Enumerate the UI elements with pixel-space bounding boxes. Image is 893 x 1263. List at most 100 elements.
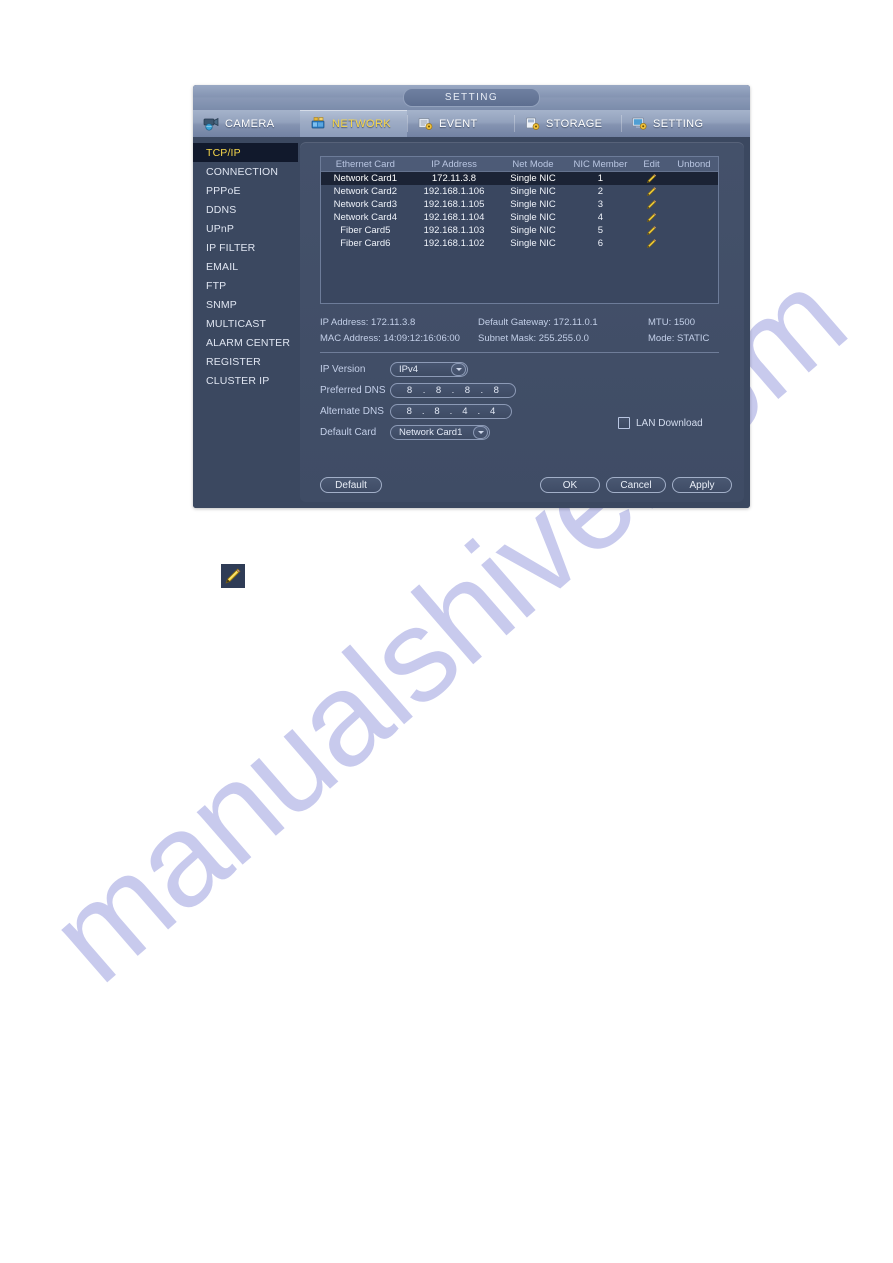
dialog-body: TCP/IP CONNECTION PPPoE DDNS UPnP IP FIL… bbox=[193, 137, 750, 508]
dns1-octet-3[interactable]: 8 bbox=[459, 385, 475, 396]
dialog-titlebar: SETTING bbox=[193, 85, 750, 110]
cell-member: 6 bbox=[597, 238, 604, 249]
tab-camera-label: CAMERA bbox=[225, 117, 275, 130]
cell-mode: Single NIC bbox=[510, 238, 556, 249]
table-row[interactable]: Fiber Card6 192.168.1.102 Single NIC 6 bbox=[321, 237, 718, 250]
dns2-octet-3[interactable]: 4 bbox=[457, 406, 473, 417]
sidebar-item-ip-filter[interactable]: IP FILTER bbox=[193, 238, 298, 257]
dns1-dot-3: . bbox=[480, 385, 484, 396]
sidebar-item-email[interactable]: EMAIL bbox=[193, 257, 298, 276]
info-mtu: MTU: 1500 bbox=[648, 316, 695, 328]
settings-sidebar: TCP/IP CONNECTION PPPoE DDNS UPnP IP FIL… bbox=[193, 137, 298, 508]
dns1-dot-1: . bbox=[422, 385, 426, 396]
sidebar-item-alarm-center[interactable]: ALARM CENTER bbox=[193, 333, 298, 352]
dns2-octet-4[interactable]: 4 bbox=[485, 406, 501, 417]
main-tabbar: CAMERA NETWORK EVENT STORAGE SETTING bbox=[193, 110, 750, 137]
lan-download-label: LAN Download bbox=[636, 417, 703, 429]
sidebar-item-upnp[interactable]: UPnP bbox=[193, 219, 298, 238]
sidebar-item-register[interactable]: REGISTER bbox=[193, 352, 298, 371]
cell-ip: 172.11.3.8 bbox=[431, 173, 477, 184]
cell-edit[interactable] bbox=[633, 238, 670, 250]
nic-table: Ethernet Card IP Address Net Mode NIC Me… bbox=[320, 156, 719, 304]
tab-camera[interactable]: CAMERA bbox=[193, 110, 300, 137]
tab-event[interactable]: EVENT bbox=[407, 110, 514, 137]
nic-table-header: Ethernet Card IP Address Net Mode NIC Me… bbox=[321, 157, 718, 172]
cell-member: 1 bbox=[597, 173, 604, 184]
tab-network[interactable]: NETWORK bbox=[300, 110, 407, 137]
dns1-octet-4[interactable]: 8 bbox=[488, 385, 504, 396]
pencil-icon bbox=[225, 568, 241, 584]
event-icon bbox=[417, 116, 434, 131]
camera-icon bbox=[203, 116, 220, 131]
dns1-octet-2[interactable]: 8 bbox=[430, 385, 446, 396]
pencil-icon[interactable] bbox=[646, 173, 657, 184]
cell-card: Network Card2 bbox=[333, 186, 397, 197]
pencil-icon[interactable] bbox=[646, 199, 657, 210]
cell-edit[interactable] bbox=[633, 212, 670, 224]
checkbox-icon[interactable] bbox=[618, 417, 630, 429]
dns2-dot-1: . bbox=[421, 406, 425, 417]
table-row[interactable]: Network Card4 192.168.1.104 Single NIC 4 bbox=[321, 211, 718, 224]
cell-card: Network Card4 bbox=[333, 212, 397, 223]
alternate-dns-label: Alternate DNS bbox=[320, 406, 384, 417]
sidebar-item-ftp[interactable]: FTP bbox=[193, 276, 298, 295]
tab-network-label: NETWORK bbox=[332, 117, 392, 130]
alternate-dns-input[interactable]: 8 . 8 . 4 . 4 bbox=[390, 404, 512, 419]
nic-info-summary: IP Address: 172.11.3.8 Default Gateway: … bbox=[320, 314, 719, 346]
dns2-octet-1[interactable]: 8 bbox=[401, 406, 417, 417]
row-ip-version: IP Version IPv4 bbox=[320, 360, 725, 379]
sidebar-item-tcpip[interactable]: TCP/IP bbox=[193, 143, 298, 162]
cell-member: 3 bbox=[597, 199, 604, 210]
cancel-button[interactable]: Cancel bbox=[606, 477, 666, 493]
cell-member: 4 bbox=[597, 212, 604, 223]
pencil-icon[interactable] bbox=[646, 225, 657, 236]
default-card-value: Network Card1 bbox=[399, 427, 463, 438]
col-net-mode: Net Mode bbox=[512, 158, 554, 170]
table-row[interactable]: Network Card3 192.168.1.105 Single NIC 3 bbox=[321, 198, 718, 211]
default-card-label: Default Card bbox=[320, 427, 377, 438]
pencil-icon[interactable] bbox=[646, 238, 657, 249]
table-row[interactable]: Fiber Card5 192.168.1.103 Single NIC 5 bbox=[321, 224, 718, 237]
default-card-select[interactable]: Network Card1 bbox=[390, 425, 490, 440]
sidebar-item-pppoe[interactable]: PPPoE bbox=[193, 181, 298, 200]
chevron-down-icon[interactable] bbox=[473, 426, 488, 439]
apply-button[interactable]: Apply bbox=[672, 477, 732, 493]
col-ip-address: IP Address bbox=[431, 158, 477, 170]
sidebar-item-multicast[interactable]: MULTICAST bbox=[193, 314, 298, 333]
sidebar-item-cluster-ip[interactable]: CLUSTER IP bbox=[193, 371, 298, 390]
cell-mode: Single NIC bbox=[510, 212, 556, 223]
tab-storage[interactable]: STORAGE bbox=[514, 110, 621, 137]
row-preferred-dns: Preferred DNS 8 . 8 . 8 . 8 bbox=[320, 381, 725, 400]
tab-setting[interactable]: SETTING bbox=[621, 110, 728, 137]
cell-edit[interactable] bbox=[633, 225, 670, 237]
col-edit: Edit bbox=[643, 158, 660, 170]
cell-ip: 192.168.1.105 bbox=[423, 199, 485, 210]
table-row[interactable]: Network Card1 172.11.3.8 Single NIC 1 bbox=[321, 172, 718, 185]
tcpip-panel: Ethernet Card IP Address Net Mode NIC Me… bbox=[300, 142, 744, 502]
dns2-octet-2[interactable]: 8 bbox=[429, 406, 445, 417]
ip-version-select[interactable]: IPv4 bbox=[390, 362, 468, 377]
cell-edit[interactable] bbox=[633, 173, 670, 185]
network-icon bbox=[310, 116, 327, 131]
pencil-icon[interactable] bbox=[646, 212, 657, 223]
lan-download-checkbox[interactable]: LAN Download bbox=[618, 417, 703, 429]
cell-edit[interactable] bbox=[633, 199, 670, 211]
cell-ip: 192.168.1.106 bbox=[423, 186, 485, 197]
default-button[interactable]: Default bbox=[320, 477, 382, 493]
sidebar-item-snmp[interactable]: SNMP bbox=[193, 295, 298, 314]
ok-button[interactable]: OK bbox=[540, 477, 600, 493]
pencil-icon[interactable] bbox=[646, 186, 657, 197]
info-mode: Mode: STATIC bbox=[648, 332, 710, 344]
table-row[interactable]: Network Card2 192.168.1.106 Single NIC 2 bbox=[321, 185, 718, 198]
cell-member: 2 bbox=[597, 186, 604, 197]
dns1-octet-1[interactable]: 8 bbox=[402, 385, 418, 396]
sidebar-item-ddns[interactable]: DDNS bbox=[193, 200, 298, 219]
cell-edit[interactable] bbox=[633, 186, 670, 198]
sidebar-item-connection[interactable]: CONNECTION bbox=[193, 162, 298, 181]
preferred-dns-input[interactable]: 8 . 8 . 8 . 8 bbox=[390, 383, 516, 398]
dns2-dot-2: . bbox=[449, 406, 453, 417]
tab-storage-label: STORAGE bbox=[546, 117, 603, 130]
dns1-dot-2: . bbox=[451, 385, 455, 396]
cell-mode: Single NIC bbox=[510, 199, 556, 210]
chevron-down-icon[interactable] bbox=[451, 363, 466, 376]
